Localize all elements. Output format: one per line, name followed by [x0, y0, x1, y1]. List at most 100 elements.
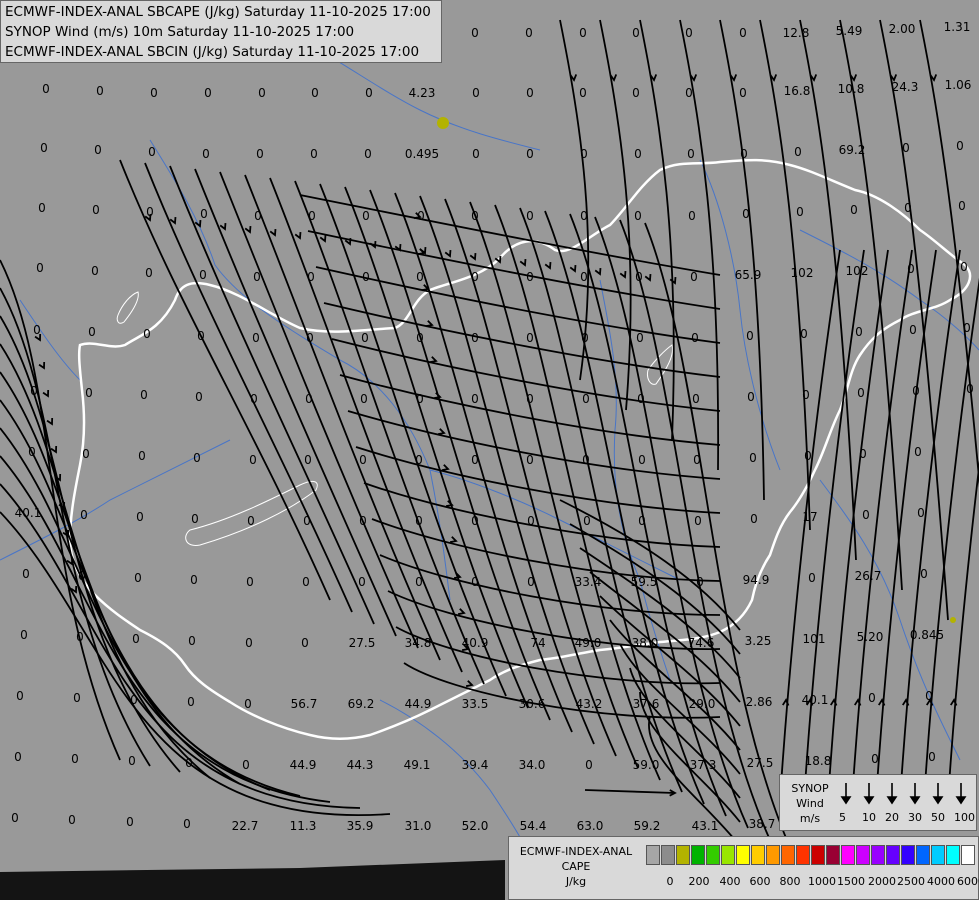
grid-value: 0	[364, 147, 372, 161]
grid-value: 0	[471, 453, 479, 467]
grid-value: 0	[193, 451, 201, 465]
grid-value: 0	[200, 207, 208, 221]
grid-value: 29.0	[689, 697, 716, 711]
grid-value: 0	[28, 445, 36, 459]
cape-tick-labels: 0 200 400 600 800 100015002000250040006000	[646, 875, 979, 889]
grid-value: 0	[582, 392, 590, 406]
grid-value: 0	[685, 26, 693, 40]
grid-value: 94.9	[743, 573, 770, 587]
grid-value: 0	[250, 392, 258, 406]
wind-legend-line-1: SYNOP	[791, 782, 829, 795]
grid-value: 5.49	[836, 24, 863, 38]
grid-value: 74.6	[688, 636, 715, 650]
grid-value: 2.00	[889, 22, 916, 36]
grid-value: 0	[197, 329, 205, 343]
grid-value: 0	[362, 270, 370, 284]
wind-speed-label: 100	[954, 811, 975, 824]
cape-swatch	[871, 845, 885, 865]
grid-value: 30.6	[519, 697, 546, 711]
cape-swatch	[931, 845, 945, 865]
map-background	[0, 0, 979, 900]
grid-value: 0	[249, 453, 257, 467]
grid-value: 0	[956, 139, 964, 153]
grid-value: 0	[130, 693, 138, 707]
grid-value: 38.0	[632, 636, 659, 650]
grid-value: 0	[585, 758, 593, 772]
wind-legend: SYNOP Wind m/s 5 10 20 30 50 100	[779, 774, 977, 831]
grid-value: 0	[960, 260, 968, 274]
cape-tick-label: 200	[688, 875, 710, 888]
grid-value: 0	[471, 209, 479, 223]
grid-value: 0	[472, 86, 480, 100]
grid-value: 0	[202, 147, 210, 161]
grid-value: 11.3	[290, 819, 317, 833]
cape-tick-label: 800	[779, 875, 801, 888]
grid-value: 0	[132, 632, 140, 646]
grid-value: 0	[696, 575, 704, 589]
grid-value: 33.4	[575, 575, 602, 589]
cape-tick-label: 400	[719, 875, 741, 888]
grid-value: 0	[136, 510, 144, 524]
grid-value: 3.25	[745, 634, 772, 648]
grid-value: 0	[40, 141, 48, 155]
grid-value: 0	[912, 384, 920, 398]
grid-value: 0	[579, 86, 587, 100]
grid-value: 0	[920, 567, 928, 581]
cape-swatch	[856, 845, 870, 865]
title-line-1: ECMWF-INDEX-ANAL SBCAPE (J/kg) Saturday …	[5, 4, 431, 20]
grid-value: 0	[146, 205, 154, 219]
grid-value: 0	[415, 453, 423, 467]
grid-value: 0	[471, 392, 479, 406]
grid-value: 0	[857, 386, 865, 400]
grid-value: 0	[258, 86, 266, 100]
grid-value: 40.1	[15, 506, 42, 520]
grid-value: 0	[471, 270, 479, 284]
grid-value: 0	[204, 86, 212, 100]
grid-value: 0	[909, 323, 917, 337]
grid-value: 59.0	[633, 758, 660, 772]
grid-value: 0	[526, 86, 534, 100]
grid-value: 0	[583, 514, 591, 528]
grid-value: 0	[958, 199, 966, 213]
grid-value: 26.7	[855, 569, 882, 583]
title-line-3: ECMWF-INDEX-ANAL SBCIN (J/kg) Saturday 1…	[5, 44, 420, 60]
cape-swatch	[706, 845, 720, 865]
grid-value: 0	[580, 209, 588, 223]
grid-value: 0	[302, 575, 310, 589]
grid-value: 0	[579, 26, 587, 40]
grid-value: 0	[183, 817, 191, 831]
grid-value: 0	[301, 636, 309, 650]
cape-tick-label: 0	[666, 875, 674, 888]
grid-value: 0	[138, 449, 146, 463]
grid-value: 0	[30, 384, 38, 398]
grid-value: 0	[307, 270, 315, 284]
grid-value: 0	[415, 575, 423, 589]
cape-legend: ECMWF-INDEX-ANAL CAPE J/kg 0 200 400 600 800…	[508, 836, 979, 900]
cape-swatch	[691, 845, 705, 865]
grid-value: 0	[527, 575, 535, 589]
grid-value: 37.6	[633, 697, 660, 711]
grid-value: 0	[859, 447, 867, 461]
cape-swatch	[721, 845, 735, 865]
grid-value: 0	[471, 514, 479, 528]
grid-value: 0.495	[405, 147, 439, 161]
grid-value: 0	[242, 758, 250, 772]
cape-swatch	[916, 845, 930, 865]
cape-tick-label: 600	[749, 875, 771, 888]
grid-value: 0	[794, 145, 802, 159]
grid-value: 0	[747, 390, 755, 404]
cape-tick-label: 1500	[837, 875, 865, 888]
grid-value: 0	[308, 209, 316, 223]
grid-value: 0	[688, 209, 696, 223]
cape-swatch	[766, 845, 780, 865]
grid-value: 34.8	[405, 636, 432, 650]
grid-value: 0	[245, 636, 253, 650]
grid-value: 0	[417, 209, 425, 223]
grid-value: 0	[580, 270, 588, 284]
grid-value: 0	[526, 270, 534, 284]
cape-tick-label: 2500	[897, 875, 925, 888]
grid-value: 0	[690, 270, 698, 284]
grid-value: 0	[749, 451, 757, 465]
grid-value: 10.8	[838, 82, 865, 96]
wind-speed-label: 10	[862, 811, 876, 824]
